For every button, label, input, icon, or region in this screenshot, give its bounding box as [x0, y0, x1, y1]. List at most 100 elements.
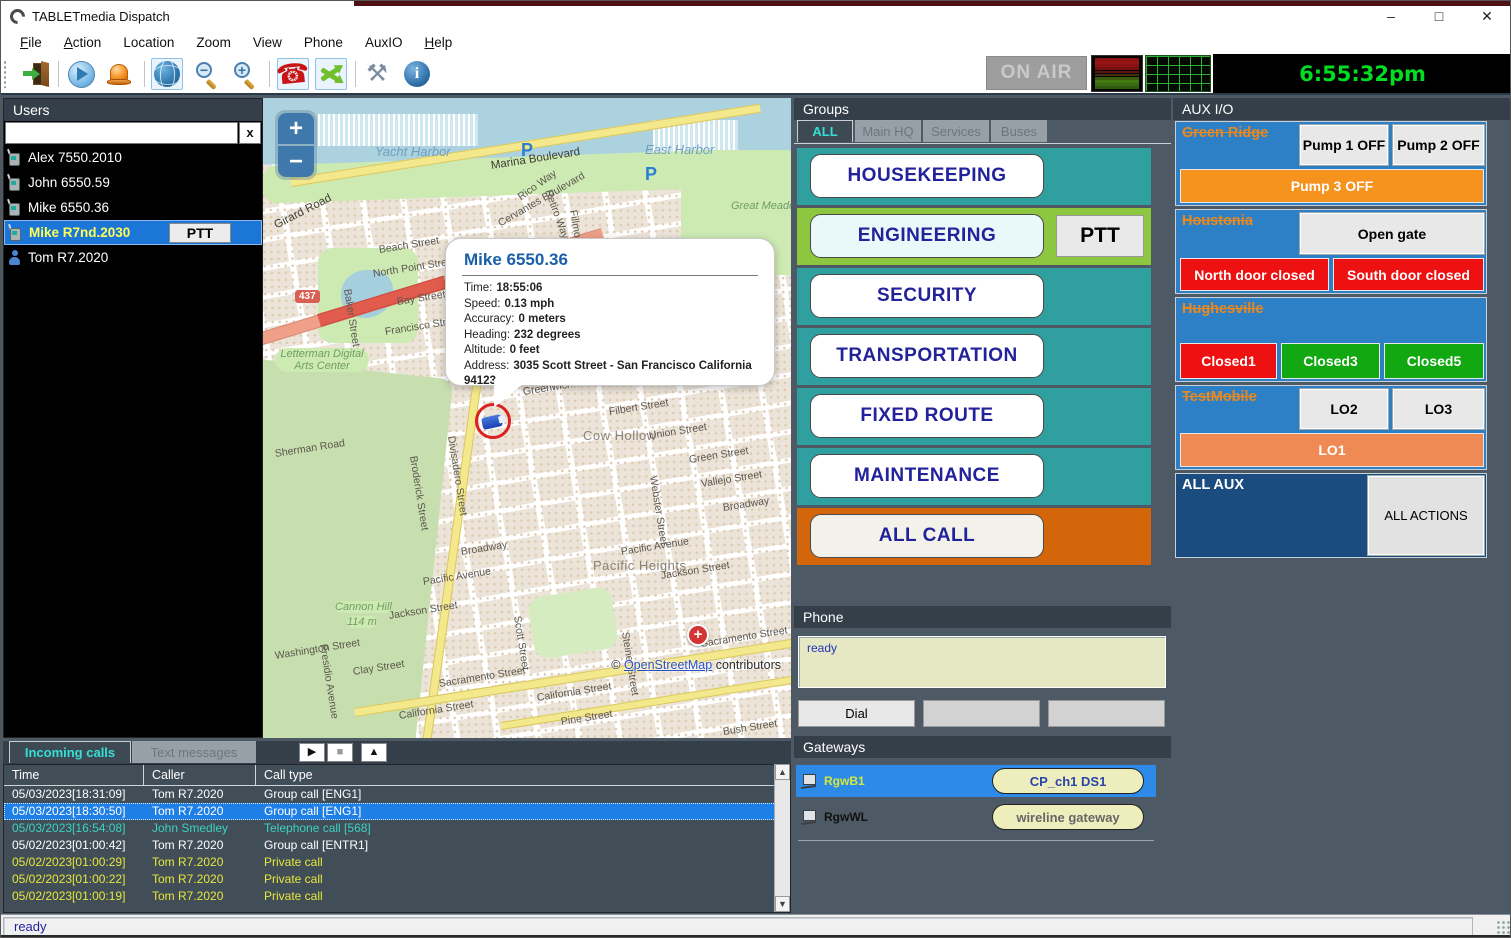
vu-meter — [1091, 55, 1143, 92]
closed5-button[interactable]: Closed5 — [1384, 343, 1484, 379]
group-ptt-button[interactable]: PTT — [1056, 215, 1144, 257]
call-row[interactable]: 05/03/2023[18:31:09]Tom R7.2020Group cal… — [4, 786, 790, 803]
pump3-button[interactable]: Pump 3 OFF — [1180, 169, 1484, 203]
search-clear-button[interactable]: x — [239, 122, 261, 144]
menu-file[interactable]: File — [9, 33, 53, 52]
osm-link[interactable]: OpenStreetMap — [624, 658, 712, 672]
gateway-row[interactable]: RgwWL wireline gateway — [796, 801, 1156, 833]
menu-location[interactable]: Location — [112, 33, 185, 52]
tab-main-hq[interactable]: Main HQ — [855, 120, 921, 142]
group-button-all-call[interactable]: ALL CALL — [810, 514, 1044, 558]
group-button-fixed-route[interactable]: FIXED ROUTE — [810, 394, 1044, 438]
group-button-housekeeping[interactable]: HOUSEKEEPING — [810, 154, 1044, 198]
close-button[interactable]: ✕ — [1474, 5, 1500, 27]
group-button-security[interactable]: SECURITY — [810, 274, 1044, 318]
play-icon — [68, 61, 95, 88]
menu-help[interactable]: Help — [413, 33, 463, 52]
closed3-button[interactable]: Closed3 — [1281, 343, 1380, 379]
dial-button[interactable]: Dial — [798, 700, 915, 727]
group-button-engineering[interactable]: ENGINEERING — [810, 214, 1044, 258]
map-globe-button[interactable] — [151, 58, 183, 90]
gateway-channel-button[interactable]: wireline gateway — [992, 804, 1144, 830]
gateway-channel-button[interactable]: CP_ch1 DS1 — [992, 768, 1144, 794]
user-name: Tom R7.2020 — [28, 250, 108, 265]
tab-incoming-calls[interactable]: Incoming calls — [9, 741, 131, 763]
settings-button[interactable]: ⚒ — [361, 58, 393, 90]
top-edge-strip — [354, 1, 1511, 6]
map-zoom-out-button[interactable]: − — [278, 146, 314, 177]
patch-button[interactable] — [315, 58, 347, 90]
closed1-button[interactable]: Closed1 — [1180, 343, 1277, 379]
phone-blank-button[interactable] — [1048, 700, 1165, 727]
all-actions-button[interactable]: ALL ACTIONS — [1368, 476, 1484, 555]
pump1-button[interactable]: Pump 1 OFF — [1300, 125, 1388, 165]
tab-text-messages[interactable]: Text messages — [132, 741, 256, 763]
call-row[interactable]: 05/03/2023[16:54:08]John SmedleyTelephon… — [4, 820, 790, 837]
radio-icon — [8, 149, 21, 166]
user-search-input[interactable] — [5, 122, 238, 144]
playback-stop-button[interactable]: ■ — [327, 743, 353, 762]
user-row[interactable]: Alex 7550.2010 — [4, 145, 262, 170]
map-zoom-in-button[interactable]: + — [278, 113, 314, 144]
aux-site-label: TestMobile — [1182, 389, 1257, 405]
toolbar-grip[interactable] — [3, 60, 8, 88]
info-button[interactable]: i — [401, 58, 433, 90]
group-button-transportation[interactable]: TRANSPORTATION — [810, 334, 1044, 378]
open-gate-button[interactable]: Open gate — [1300, 213, 1484, 254]
gateway-row-selected[interactable]: RgwB1 CP_ch1 DS1 — [796, 765, 1156, 797]
tab-all[interactable]: ALL — [797, 120, 853, 142]
call-row-selected[interactable]: 05/03/2023[18:30:50]Tom R7.2020Group cal… — [4, 803, 790, 820]
calls-table-header: Time Caller Call type — [4, 765, 790, 786]
aux-header: AUX I/O — [1173, 98, 1511, 120]
call-row[interactable]: 05/02/2023[01:00:42]Tom R7.2020Group cal… — [4, 837, 790, 854]
call-row[interactable]: 05/02/2023[01:00:29]Tom R7.2020Private c… — [4, 854, 790, 871]
tab-services[interactable]: Services — [923, 120, 989, 142]
phone-blank-button[interactable] — [923, 700, 1040, 727]
south-door-button[interactable]: South door closed — [1333, 258, 1484, 291]
user-row[interactable]: Tom R7.2020 — [4, 245, 262, 270]
resize-grip[interactable] — [1496, 920, 1510, 934]
playback-play-button[interactable]: ▶ — [299, 743, 325, 762]
playback-up-button[interactable]: ▲ — [361, 743, 387, 762]
phone-header: Phone — [794, 606, 1171, 628]
parking-marker: P — [521, 140, 533, 161]
crossed-arrows-icon — [317, 61, 345, 87]
exit-button[interactable] — [19, 58, 51, 90]
user-row-selected[interactable]: Mike R7nd.2030 PTT — [4, 220, 262, 245]
menu-action[interactable]: Action — [53, 33, 113, 52]
menu-auxio[interactable]: AuxIO — [354, 33, 414, 52]
north-door-button[interactable]: North door closed — [1180, 258, 1329, 291]
group-button-maintenance[interactable]: MAINTENANCE — [810, 454, 1044, 498]
user-row[interactable]: Mike 6550.36 — [4, 195, 262, 220]
groups-tabstrip: ALL Main HQ Services Buses — [794, 120, 1171, 144]
lo3-button[interactable]: LO3 — [1393, 389, 1484, 429]
window-title: TABLETmedia Dispatch — [32, 9, 170, 24]
aux-section-green-ridge: Green Ridge Pump 1 OFF Pump 2 OFF Pump 3… — [1175, 121, 1487, 206]
lo1-button[interactable]: LO1 — [1180, 433, 1484, 467]
hospital-marker[interactable]: + — [687, 624, 709, 646]
street-label: East Harbor — [645, 142, 714, 157]
call-row[interactable]: 05/02/2023[01:00:19]Tom R7.2020Private c… — [4, 888, 790, 905]
menu-phone[interactable]: Phone — [293, 33, 354, 52]
minimize-button[interactable]: – — [1378, 5, 1404, 27]
client-area: Users x Alex 7550.2010 John 6550.59 Mike… — [1, 93, 1511, 914]
zoom-in-button[interactable]: + — [229, 58, 261, 90]
marina-docks — [318, 114, 478, 146]
maximize-button[interactable]: □ — [1426, 5, 1452, 27]
alert-button[interactable] — [103, 58, 135, 90]
user-ptt-button[interactable]: PTT — [169, 223, 231, 243]
phone-button[interactable]: ☎ — [277, 58, 309, 90]
pump2-button[interactable]: Pump 2 OFF — [1393, 125, 1484, 165]
tab-buses[interactable]: Buses — [991, 120, 1047, 142]
zoom-out-button[interactable]: − — [191, 58, 223, 90]
call-row[interactable]: 05/02/2023[01:00:22]Tom R7.2020Private c… — [4, 871, 790, 888]
bottom-edge-strip — [1, 935, 1510, 937]
menu-zoom[interactable]: Zoom — [185, 33, 242, 52]
play-button[interactable] — [65, 58, 97, 90]
calls-scrollbar[interactable]: ▲ ▼ — [774, 764, 790, 912]
user-row[interactable]: John 6550.59 — [4, 170, 262, 195]
lo2-button[interactable]: LO2 — [1300, 389, 1388, 429]
map-view[interactable]: 437 Yacht HarborEast HarborMarina Boulev… — [263, 98, 791, 738]
menu-view[interactable]: View — [242, 33, 293, 52]
toolbar: − + ☎ ⚒ i ON AIR 6:55:32pm — [1, 54, 1510, 93]
